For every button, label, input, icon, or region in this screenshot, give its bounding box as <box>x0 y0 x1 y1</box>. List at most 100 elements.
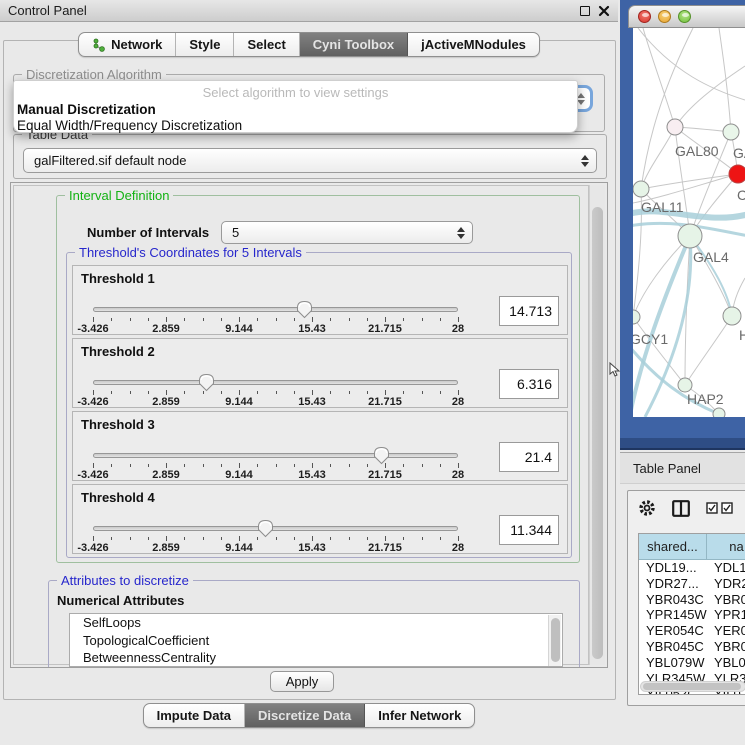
slider-tick <box>148 318 149 321</box>
traffic-light-zoom-icon[interactable] <box>678 10 691 23</box>
slider-tick <box>239 463 240 468</box>
table-row[interactable]: YER054CYER0 <box>639 623 745 639</box>
network-node[interactable] <box>678 224 702 248</box>
stepper-arrows-icon[interactable] <box>457 227 465 239</box>
slider-track[interactable] <box>93 526 458 531</box>
table-cell[interactable]: YDL19... <box>639 560 707 576</box>
table-cell[interactable]: YER0 <box>707 623 745 639</box>
threshold-value-field[interactable]: 14.713 <box>499 296 559 326</box>
tab-network[interactable]: Network <box>79 33 176 56</box>
tab-cyni-toolbox[interactable]: Cyni Toolbox <box>300 33 408 56</box>
scrollbar-thumb[interactable] <box>551 618 560 662</box>
tab-style[interactable]: Style <box>176 33 234 56</box>
table-cell[interactable]: YBR0 <box>707 592 745 608</box>
attribute-list-item[interactable]: BetweennessCentrality <box>70 649 562 667</box>
gear-icon[interactable] <box>638 499 656 517</box>
table-cell[interactable]: YER054C <box>639 623 707 639</box>
slider-track[interactable] <box>93 380 458 385</box>
threshold-slider[interactable]: -3.4262.8599.14415.4321.71528 <box>93 373 461 407</box>
network-node[interactable] <box>678 378 692 392</box>
threshold-value-field[interactable]: 11.344 <box>499 515 559 545</box>
checkbox-icon[interactable] <box>706 502 718 514</box>
network-edge[interactable] <box>641 28 693 189</box>
table-cell[interactable]: YPR1 <box>707 607 745 623</box>
network-edge[interactable] <box>690 236 732 316</box>
stepper-arrows-icon[interactable] <box>581 155 589 167</box>
algorithm-placeholder-item[interactable]: Select algorithm to view settings <box>14 85 577 100</box>
scrollbar-thumb[interactable] <box>592 207 603 659</box>
slider-tick-label: 15.43 <box>298 542 326 554</box>
traffic-light-minimize-icon[interactable] <box>658 10 671 23</box>
table-cell[interactable]: YDR27... <box>639 576 707 592</box>
tab-impute-data[interactable]: Impute Data <box>144 704 245 727</box>
network-node[interactable] <box>729 165 745 183</box>
slider-track[interactable] <box>93 307 458 312</box>
tab-jactivemnodules[interactable]: jActiveMNodules <box>408 33 539 56</box>
network-node[interactable] <box>633 181 649 197</box>
table-cell[interactable]: YDL1 <box>707 560 745 576</box>
network-edge[interactable] <box>685 316 732 385</box>
slider-thumb[interactable] <box>198 373 215 392</box>
table-row[interactable]: YBR045CYBR0 <box>639 639 745 655</box>
table-row[interactable]: YPR145WYPR1 <box>639 607 745 623</box>
slider-tick-label: 9.144 <box>225 396 253 408</box>
float-window-icon[interactable] <box>580 6 590 16</box>
checkbox-icon[interactable] <box>721 502 733 514</box>
threshold-slider[interactable]: -3.4262.8599.14415.4321.71528 <box>93 300 461 334</box>
network-node[interactable] <box>713 408 725 417</box>
network-node[interactable] <box>633 310 640 324</box>
tab-infer-network[interactable]: Infer Network <box>365 704 474 727</box>
network-node[interactable] <box>667 119 683 135</box>
table-hscrollbar[interactable] <box>640 681 745 692</box>
table-row[interactable]: YBL079WYBL0 <box>639 655 745 671</box>
threshold-value-field[interactable]: 21.4 <box>499 442 559 472</box>
table-cell[interactable]: YBR0 <box>707 639 745 655</box>
tab-label: Infer Network <box>378 708 461 723</box>
table-row[interactable]: YDL19...YDL1 <box>639 560 745 576</box>
table-column-header[interactable]: na <box>707 534 745 560</box>
threshold-value-field[interactable]: 6.316 <box>499 369 559 399</box>
slider-track[interactable] <box>93 453 458 458</box>
split-view-icon[interactable] <box>672 500 690 517</box>
num-intervals-combobox[interactable]: 5 <box>221 221 473 244</box>
list-scrollbar[interactable] <box>548 615 561 667</box>
close-icon[interactable] <box>598 5 610 17</box>
tab-label: Style <box>189 37 220 52</box>
table-column-header[interactable]: shared... <box>639 534 707 560</box>
table-cell[interactable]: YBL0 <box>707 655 745 671</box>
table-cell[interactable]: YBR043C <box>639 592 707 608</box>
traffic-light-close-icon[interactable] <box>638 10 651 23</box>
numerical-attributes-list[interactable]: SelfLoopsTopologicalCoefficientBetweenne… <box>69 613 563 667</box>
slider-thumb[interactable] <box>257 519 274 538</box>
network-edge[interactable] <box>690 236 732 316</box>
network-node[interactable] <box>723 307 741 325</box>
network-canvas[interactable]: GAL80GACGAL11GAL4GCY1HHAP2 <box>633 28 745 417</box>
table-data-combobox[interactable]: galFiltered.sif default node <box>23 148 597 173</box>
table-row[interactable]: YDR27...YDR2 <box>639 576 745 592</box>
table-cell[interactable]: YBL079W <box>639 655 707 671</box>
algorithm-menu-item[interactable]: Manual Discretization <box>17 102 156 117</box>
network-edge[interactable] <box>641 174 738 189</box>
node-label: GAL11 <box>641 199 684 215</box>
threshold-slider[interactable]: -3.4262.8599.14415.4321.71528 <box>93 446 461 480</box>
slider-tick <box>111 537 112 540</box>
stepper-arrows-icon[interactable] <box>577 93 585 105</box>
slider-thumb[interactable] <box>296 300 313 319</box>
node-attribute-table[interactable]: shared...na YDL19...YDL1YDR27...YDR2YBR0… <box>638 533 745 695</box>
tab-discretize-data[interactable]: Discretize Data <box>245 704 365 727</box>
table-cell[interactable]: YPR145W <box>639 607 707 623</box>
slider-thumb[interactable] <box>373 446 390 465</box>
scrollbar-thumb[interactable] <box>643 683 741 690</box>
tab-select[interactable]: Select <box>234 33 299 56</box>
settings-scrollbar[interactable] <box>589 185 605 665</box>
algorithm-menu-item[interactable]: Equal Width/Frequency Discretization <box>17 118 242 133</box>
table-cell[interactable]: YBR045C <box>639 639 707 655</box>
attribute-list-item[interactable]: SelfLoops <box>70 614 562 632</box>
table-cell[interactable]: YDR2 <box>707 576 745 592</box>
threshold-slider[interactable]: -3.4262.8599.14415.4321.71528 <box>93 519 461 553</box>
table-row[interactable]: YBR043CYBR0 <box>639 592 745 608</box>
slider-tick <box>330 318 331 321</box>
apply-button[interactable]: Apply <box>270 671 334 692</box>
network-node[interactable] <box>723 124 739 140</box>
attribute-list-item[interactable]: TopologicalCoefficient <box>70 632 562 650</box>
